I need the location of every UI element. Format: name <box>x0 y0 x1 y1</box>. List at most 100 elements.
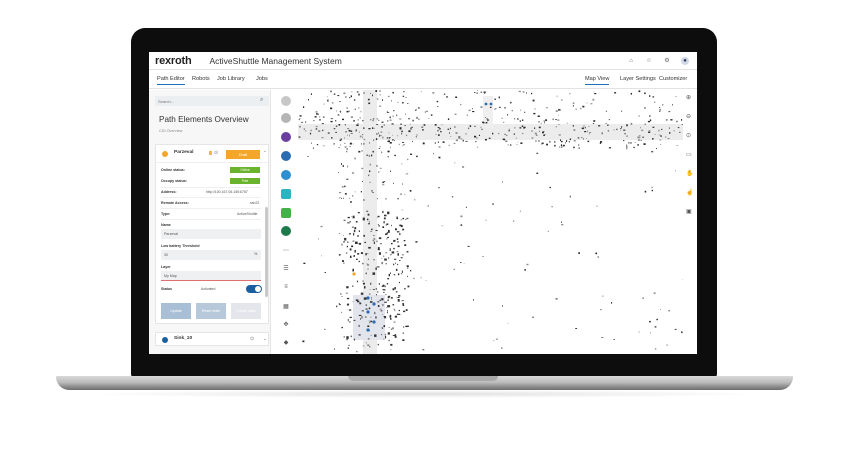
map-obstacle <box>305 121 307 123</box>
map-obstacle <box>466 114 469 116</box>
battery-threshold-field[interactable]: 30 <box>161 250 261 260</box>
map-obstacle <box>357 235 359 237</box>
tab-job-library[interactable]: Job Library <box>217 76 245 82</box>
map-obstacle <box>449 132 450 134</box>
map-obstacle <box>383 289 386 291</box>
map-obstacle <box>376 266 380 268</box>
map-obstacle <box>681 119 683 121</box>
tab-map-view[interactable]: Map View <box>585 76 610 85</box>
map-obstacle <box>363 138 366 141</box>
calendar-icon[interactable]: ▭ <box>686 151 692 158</box>
nodes-icon[interactable]: ⋯ <box>281 245 291 255</box>
map-obstacle <box>621 126 623 128</box>
frame-icon[interactable] <box>281 208 291 218</box>
create-state-button[interactable]: Create state <box>231 303 261 319</box>
align-icon[interactable]: ☰ <box>281 263 291 273</box>
map-obstacle <box>384 258 387 261</box>
map-obstacle <box>347 347 349 349</box>
circle-tool-icon[interactable] <box>281 96 291 106</box>
map-canvas[interactable] <box>298 90 683 354</box>
charger-icon[interactable] <box>281 226 291 236</box>
map-obstacle <box>652 126 655 128</box>
search-icon[interactable]: ⌕ <box>260 97 263 104</box>
map-obstacle <box>437 130 439 132</box>
layers-icon[interactable]: ◆ <box>281 337 291 347</box>
location-pin-icon[interactable]: ⊙ <box>214 150 218 156</box>
map-obstacle <box>566 122 569 124</box>
gear-icon[interactable]: ⚙ <box>663 57 671 65</box>
home-icon[interactable]: ⌂ <box>627 57 635 65</box>
map-obstacle <box>376 165 378 167</box>
map-obstacle <box>454 113 457 115</box>
lines-icon[interactable]: ≡ <box>281 282 291 292</box>
map-obstacle <box>370 92 371 94</box>
map-obstacle <box>362 134 364 136</box>
map-obstacle <box>642 136 644 138</box>
hand-icon[interactable]: ✋ <box>686 170 693 177</box>
drop-icon[interactable] <box>281 170 291 180</box>
map-obstacle <box>339 101 341 102</box>
map-obstacle <box>638 135 641 137</box>
qr-icon[interactable]: ▦ <box>281 301 291 311</box>
map-obstacle <box>344 124 346 126</box>
location-pin-icon[interactable]: ⊙ <box>250 336 254 342</box>
map-obstacle <box>568 141 570 143</box>
search-input[interactable] <box>155 96 269 106</box>
map-obstacle <box>327 132 330 134</box>
location-icon[interactable]: ⊙ <box>686 132 691 139</box>
move-icon[interactable]: ✥ <box>281 319 291 329</box>
zoom-out-icon[interactable]: ⊖ <box>686 113 691 120</box>
map-obstacle <box>583 125 585 127</box>
divider <box>161 208 261 209</box>
map-obstacle <box>343 219 346 221</box>
pointer-icon[interactable]: ☝ <box>686 189 693 196</box>
grid-icon[interactable] <box>281 189 291 199</box>
chevron-up-icon[interactable]: ⌃ <box>263 150 267 156</box>
user-icon[interactable]: ● <box>681 56 689 65</box>
map-obstacle <box>377 301 380 303</box>
name-field[interactable]: Parzeval <box>161 229 261 239</box>
layer-field[interactable]: My Map <box>161 271 261 281</box>
map-obstacle <box>380 310 383 312</box>
map-obstacle <box>538 126 541 129</box>
update-button[interactable]: Update <box>161 303 191 319</box>
map-obstacle <box>407 158 409 161</box>
status-label: Status <box>161 287 172 291</box>
tab-jobs[interactable]: Jobs <box>256 76 268 82</box>
tab-layer-settings[interactable]: Layer Settings <box>620 76 656 82</box>
tab-robots[interactable]: Robots <box>192 76 210 82</box>
chevron-down-icon[interactable]: ⌄ <box>263 336 267 342</box>
robot-card-header[interactable]: Parzeval ⊙ Draft ⌃ <box>156 145 270 163</box>
map-obstacle <box>384 333 386 335</box>
map-obstacle <box>388 257 390 259</box>
reset-state-button[interactable]: Reset state <box>196 303 226 319</box>
map-obstacle <box>375 288 377 290</box>
map-obstacle <box>357 123 359 125</box>
zoom-in-icon[interactable]: ⊕ <box>686 94 691 101</box>
map-obstacle <box>507 322 509 324</box>
map-obstacle <box>311 142 312 144</box>
map-obstacle <box>352 195 354 197</box>
map-obstacle <box>339 197 341 199</box>
status-badge: Draft <box>226 150 260 159</box>
star-icon[interactable]: ☆ <box>645 57 653 65</box>
map-obstacle <box>397 135 399 137</box>
status-toggle[interactable] <box>246 285 262 293</box>
map-obstacle <box>377 215 380 218</box>
circle-tool-icon[interactable] <box>281 113 291 123</box>
camera-icon[interactable]: ▣ <box>686 208 692 215</box>
map-obstacle <box>396 231 400 233</box>
station-icon[interactable] <box>281 132 291 142</box>
tab-customizer[interactable]: Customizer <box>659 76 687 82</box>
map-obstacle <box>375 90 378 92</box>
panel-scrollbar[interactable] <box>265 207 268 297</box>
tab-path-editor[interactable]: Path Editor <box>157 76 185 85</box>
map-obstacle <box>389 248 391 251</box>
map-obstacle <box>447 128 450 130</box>
map-obstacle <box>371 296 372 299</box>
map-obstacle <box>590 103 593 105</box>
robot-card-collapsed[interactable]: Sink_10 ⊙ ⌄ <box>155 332 269 346</box>
building-icon[interactable] <box>281 151 291 161</box>
map-obstacle <box>376 133 378 135</box>
map-obstacle <box>370 282 372 285</box>
